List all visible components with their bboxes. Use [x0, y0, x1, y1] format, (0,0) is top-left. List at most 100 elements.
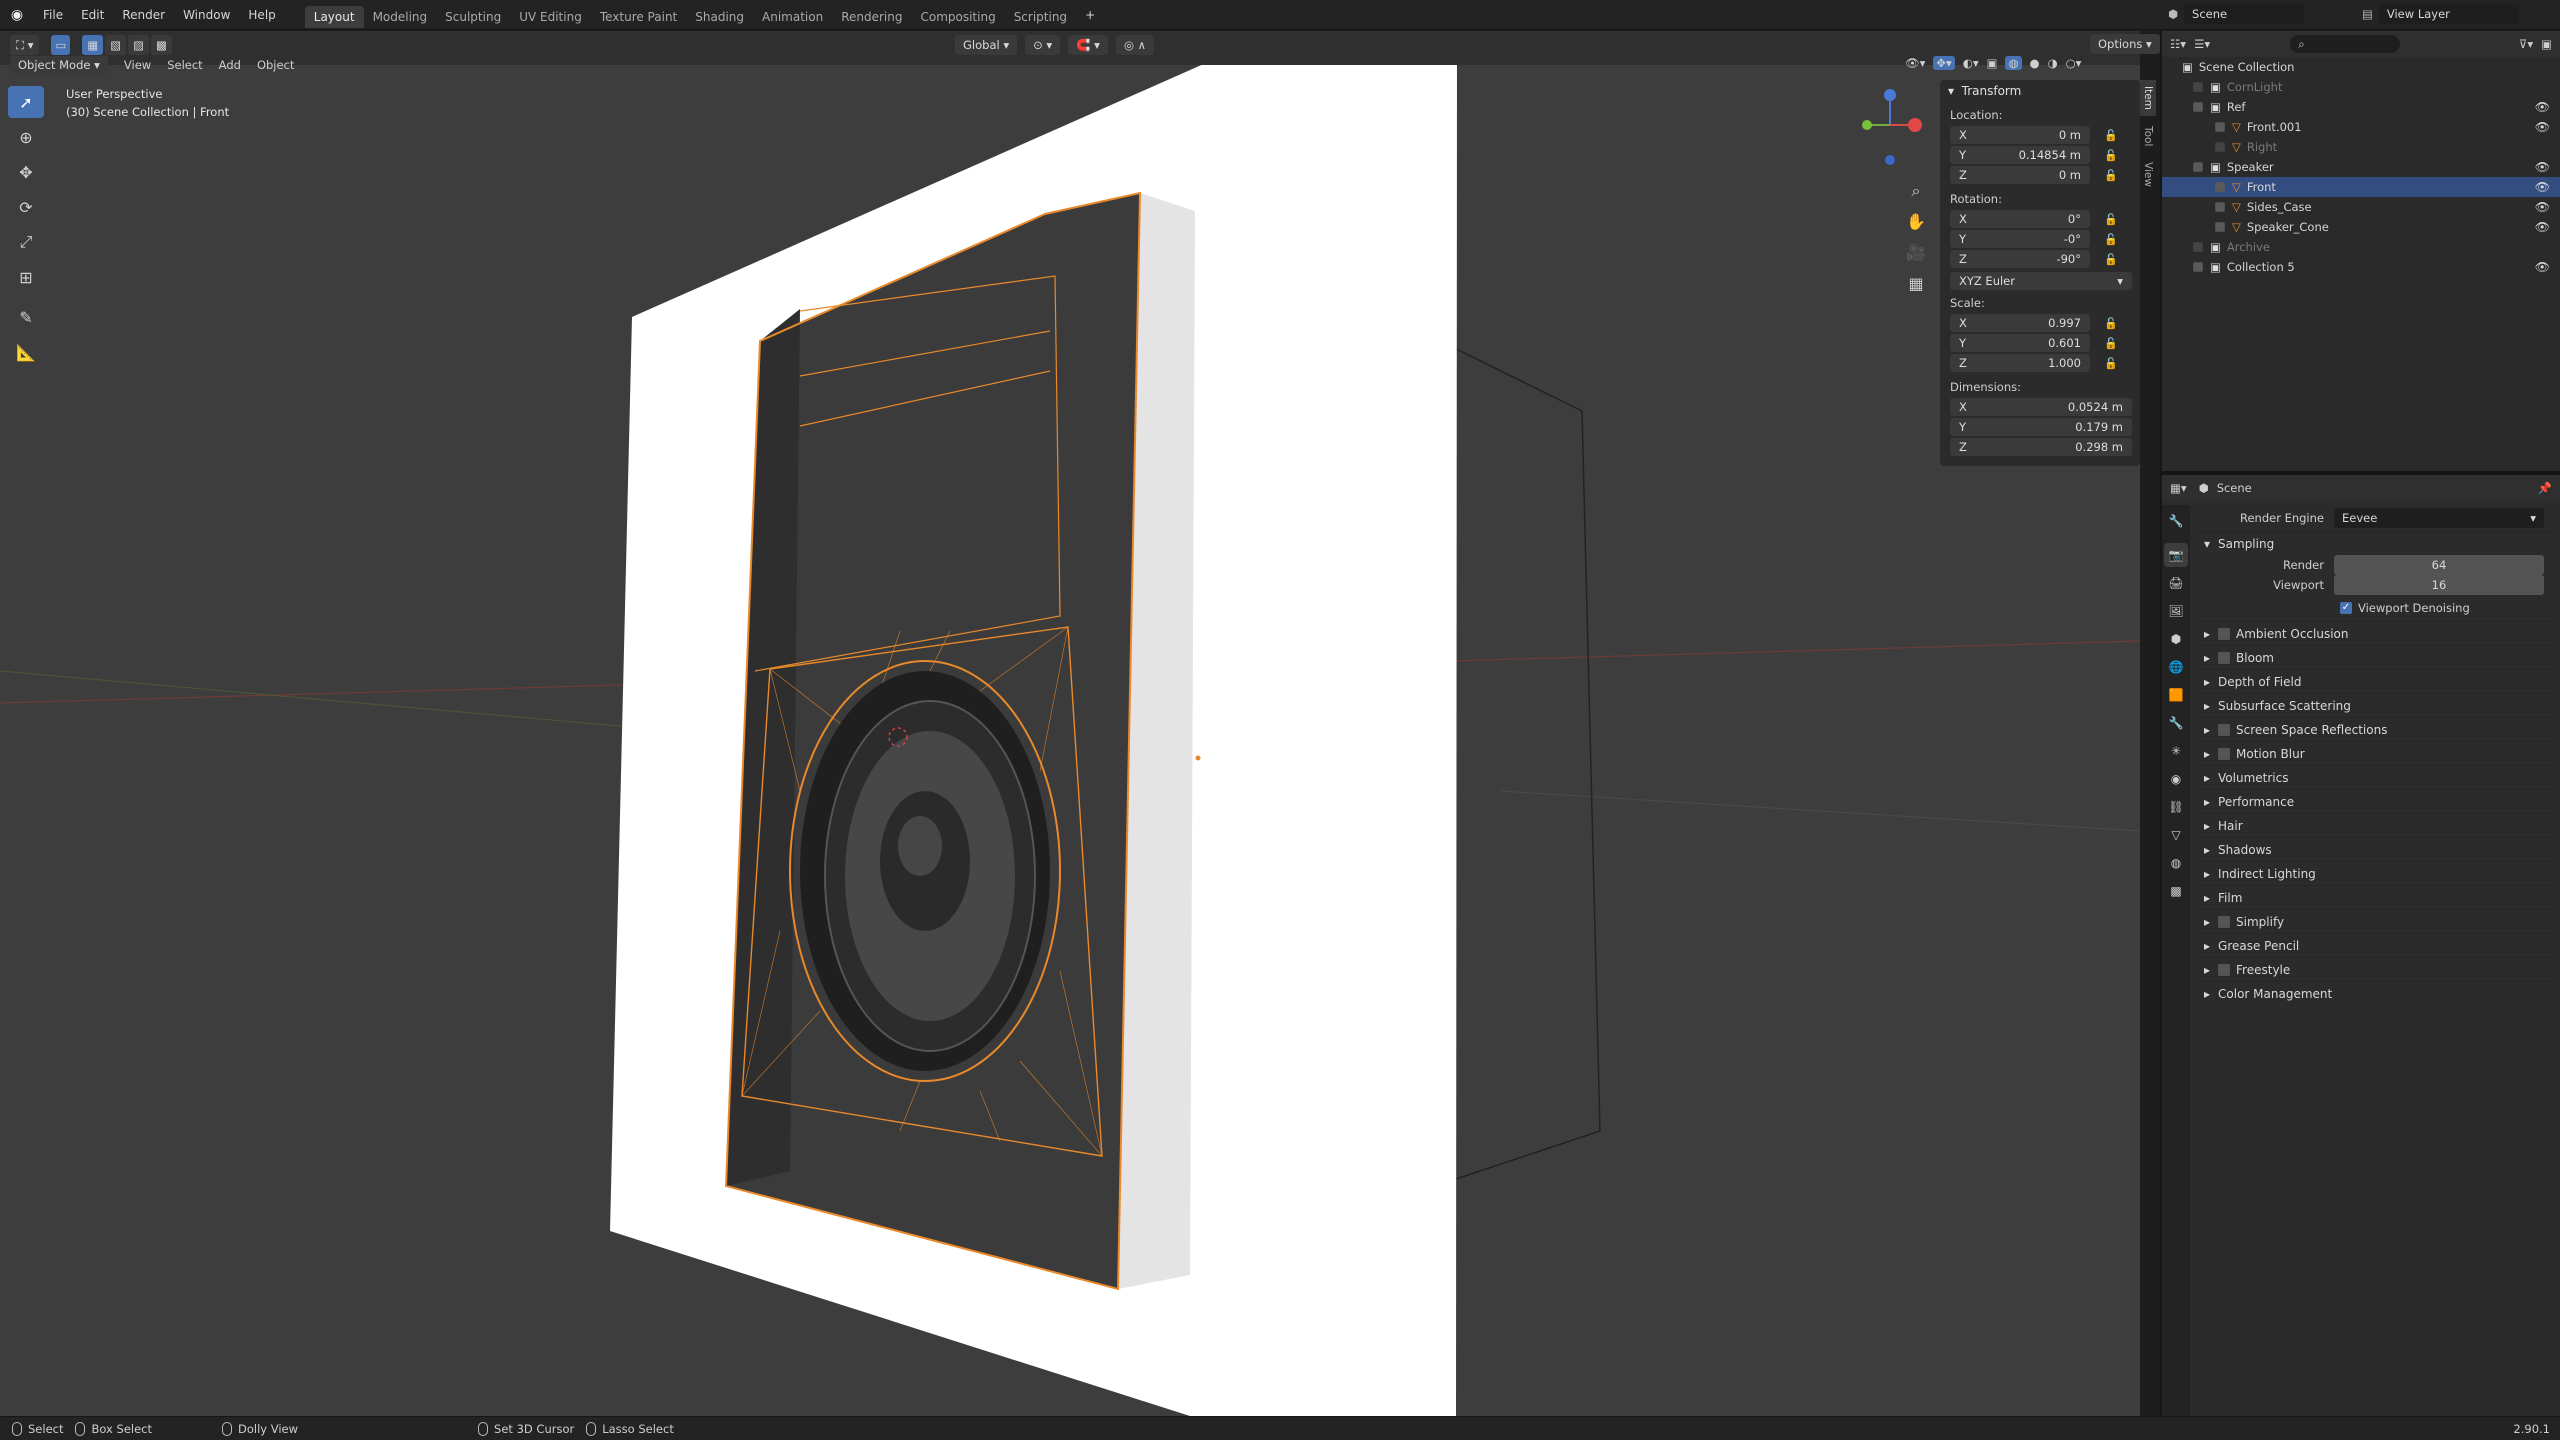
- exclude-checkbox[interactable]: [2193, 162, 2203, 172]
- panel-hair[interactable]: ▸ Hair: [2196, 813, 2556, 837]
- visibility-eye-icon[interactable]: 👁: [2535, 120, 2550, 134]
- modifier-tab-icon[interactable]: 🔧: [2164, 711, 2188, 735]
- tab-texture-paint[interactable]: Texture Paint: [591, 6, 686, 28]
- object-menu[interactable]: Object: [257, 58, 294, 72]
- visibility-eye-icon[interactable]: 👁: [2535, 180, 2550, 194]
- pan-hand-icon[interactable]: ✋: [1906, 206, 1926, 237]
- physics-tab-icon[interactable]: ◉: [2164, 767, 2188, 791]
- panel-film[interactable]: ▸ Film: [2196, 885, 2556, 909]
- panel-toggle-checkbox[interactable]: [2218, 915, 2231, 928]
- lock-icon[interactable]: 🔓: [2104, 169, 2118, 183]
- lock-icon[interactable]: 🔓: [2104, 233, 2118, 247]
- tab-rendering[interactable]: Rendering: [832, 6, 911, 28]
- panel-grease-pencil[interactable]: ▸ Grease Pencil: [2196, 933, 2556, 957]
- xray-icon[interactable]: ▣: [1987, 56, 1998, 70]
- scale-z-field[interactable]: Z 1.000: [1950, 354, 2090, 372]
- location-z-field[interactable]: Z 0 m: [1950, 166, 2090, 184]
- panel-toggle-checkbox[interactable]: [2218, 627, 2231, 640]
- tab-layout[interactable]: Layout: [304, 5, 364, 28]
- scene-selector[interactable]: Scene: [2184, 4, 2305, 24]
- scale-tool-icon[interactable]: ⤢: [8, 226, 44, 258]
- rotate-tool-icon[interactable]: ⟳: [8, 191, 44, 223]
- navigation-gizmo[interactable]: [1855, 85, 1925, 175]
- rendered-shading-icon[interactable]: ○▾: [2066, 56, 2082, 70]
- rotation-mode-dropdown[interactable]: XYZ Euler ▾: [1950, 272, 2132, 290]
- orientation-dropdown[interactable]: Global ▾: [955, 35, 1018, 55]
- outliner-type-icon[interactable]: ☷▾: [2170, 37, 2186, 51]
- panel-toggle-checkbox[interactable]: [2218, 747, 2231, 760]
- outliner-item[interactable]: ▣ CornLight: [2162, 77, 2560, 97]
- outliner-item[interactable]: ▽ Front.001 👁: [2162, 117, 2560, 137]
- snap-icon[interactable]: 🧲 ▾: [1068, 35, 1108, 55]
- rotation-z-field[interactable]: Z -90°: [1950, 250, 2090, 268]
- camera-view-icon[interactable]: 🎥: [1906, 237, 1926, 268]
- tab-item[interactable]: Item: [2140, 80, 2156, 116]
- outliner-item[interactable]: ▣ Ref 👁: [2162, 97, 2560, 117]
- transform-header-label[interactable]: ▾ Transform: [1940, 80, 2140, 102]
- outliner-item[interactable]: ▣ Collection 5 👁: [2162, 257, 2560, 277]
- menu-help[interactable]: Help: [239, 0, 284, 30]
- mode-dropdown[interactable]: Object Mode ▾: [10, 56, 108, 74]
- panel-simplify[interactable]: ▸ Simplify: [2196, 909, 2556, 933]
- visibility-icon[interactable]: 👁▾: [1905, 56, 1925, 70]
- ortho-grid-icon[interactable]: ▦: [1906, 268, 1926, 299]
- outliner-item[interactable]: ▽ Front 👁: [2162, 177, 2560, 197]
- panel-ambient-occlusion[interactable]: ▸ Ambient Occlusion: [2196, 621, 2556, 645]
- lock-icon[interactable]: 🔓: [2104, 253, 2118, 267]
- lock-icon[interactable]: 🔓: [2104, 213, 2118, 227]
- options-dropdown[interactable]: Options ▾: [2090, 34, 2160, 54]
- output-tab-icon[interactable]: 🖨: [2164, 571, 2188, 595]
- exclude-checkbox[interactable]: [2193, 242, 2203, 252]
- exclude-checkbox[interactable]: [2193, 82, 2203, 92]
- tab-compositing[interactable]: Compositing: [911, 6, 1004, 28]
- solid-shading-icon[interactable]: ●: [2030, 56, 2040, 70]
- display-mode-icon[interactable]: ☰▾: [2194, 37, 2210, 51]
- panel-depth-of-field[interactable]: ▸ Depth of Field: [2196, 669, 2556, 693]
- lock-icon[interactable]: 🔓: [2104, 317, 2118, 331]
- gizmo-icon[interactable]: ✥▾: [1933, 56, 1955, 70]
- tab-modeling[interactable]: Modeling: [364, 6, 437, 28]
- tab-shading[interactable]: Shading: [686, 6, 753, 28]
- exclude-checkbox[interactable]: [2215, 222, 2225, 232]
- select-box-tool-icon[interactable]: ▭: [51, 35, 71, 55]
- wireframe-shading-icon[interactable]: ◍: [2005, 56, 2022, 70]
- object-tab-icon[interactable]: 🟧: [2164, 683, 2188, 707]
- view-layer-tab-icon[interactable]: 🖼: [2164, 599, 2188, 623]
- overlay-icon[interactable]: ◐▾: [1963, 56, 1979, 70]
- render-engine-dropdown[interactable]: Eevee ▾: [2334, 508, 2544, 528]
- data-tab-icon[interactable]: ▽: [2164, 823, 2188, 847]
- add-menu[interactable]: Add: [219, 58, 241, 72]
- proportional-edit-icon[interactable]: ◎ ∧: [1115, 35, 1155, 55]
- panel-shadows[interactable]: ▸ Shadows: [2196, 837, 2556, 861]
- menu-edit[interactable]: Edit: [72, 0, 113, 30]
- select-tool-icon[interactable]: ➚: [8, 86, 44, 118]
- exclude-checkbox[interactable]: [2215, 202, 2225, 212]
- tab-uv-editing[interactable]: UV Editing: [510, 6, 591, 28]
- outliner-item[interactable]: ▣ Speaker 👁: [2162, 157, 2560, 177]
- location-y-field[interactable]: Y 0.14854 m: [1950, 146, 2090, 164]
- pin-icon[interactable]: 📌: [2538, 481, 2552, 495]
- move-tool-icon[interactable]: ✥: [8, 156, 44, 188]
- outliner-item[interactable]: ▽ Speaker_Cone 👁: [2162, 217, 2560, 237]
- render-tab-icon[interactable]: 📷: [2164, 543, 2188, 567]
- texture-tab-icon[interactable]: ▩: [2164, 879, 2188, 903]
- sampling-panel-header[interactable]: ▾ Sampling: [2196, 531, 2556, 555]
- outliner-item[interactable]: ▣ Archive: [2162, 237, 2560, 257]
- panel-bloom[interactable]: ▸ Bloom: [2196, 645, 2556, 669]
- annotate-tool-icon[interactable]: ✎: [8, 301, 44, 333]
- rotation-x-field[interactable]: X 0°: [1950, 210, 2090, 228]
- editor-type-button[interactable]: ⛶ ▾: [10, 35, 40, 55]
- filter-icon[interactable]: ⊽▾: [2519, 37, 2533, 51]
- exclude-checkbox[interactable]: [2215, 142, 2225, 152]
- exclude-checkbox[interactable]: [2193, 102, 2203, 112]
- material-tab-icon[interactable]: ◍: [2164, 851, 2188, 875]
- lock-icon[interactable]: 🔓: [2104, 129, 2118, 143]
- lock-icon[interactable]: 🔓: [2104, 337, 2118, 351]
- tab-sculpting[interactable]: Sculpting: [436, 6, 510, 28]
- tab-scripting[interactable]: Scripting: [1005, 6, 1076, 28]
- tool-tab-icon[interactable]: 🔧: [2164, 509, 2188, 533]
- particles-tab-icon[interactable]: ✳: [2164, 739, 2188, 763]
- lock-icon[interactable]: 🔓: [2104, 149, 2118, 163]
- tab-tool[interactable]: Tool: [2140, 120, 2156, 152]
- visibility-eye-icon[interactable]: 👁: [2535, 160, 2550, 174]
